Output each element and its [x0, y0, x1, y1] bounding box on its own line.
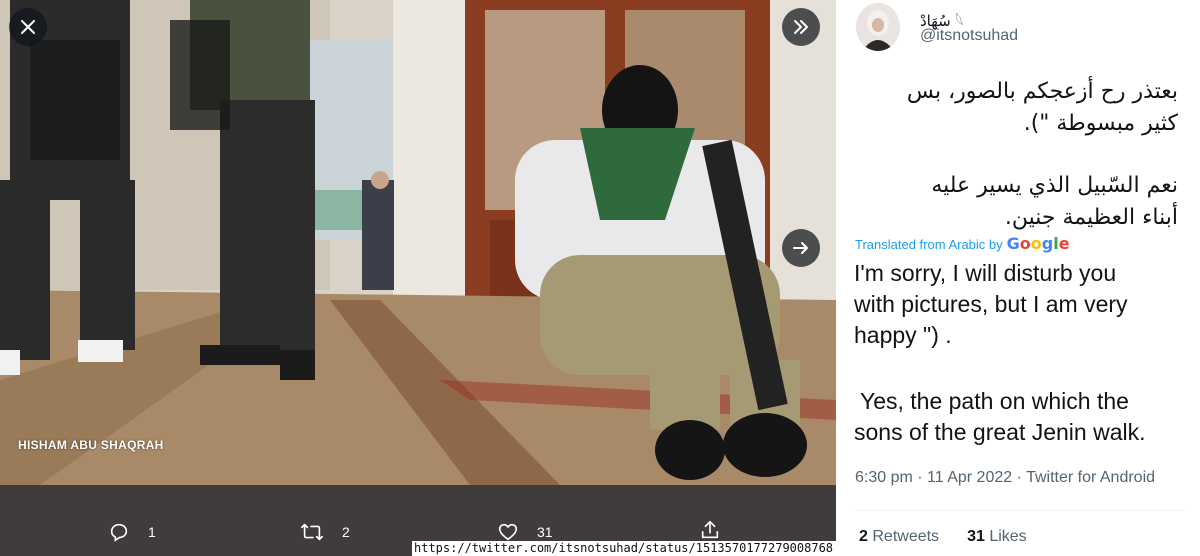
next-image-button[interactable] — [782, 229, 820, 267]
tweet-photo: HISHAM ABU SHAQRAH — [0, 0, 836, 485]
tweet-text-arabic-paragraph-1: بعتذر رح أزعجكم بالصور، بس كثير مبسوطة "… — [848, 76, 1178, 140]
like-count: 31 — [537, 524, 553, 540]
arrow-right-icon — [793, 242, 808, 254]
retweets-stat[interactable]: 2 Retweets — [859, 528, 939, 545]
likes-label: Likes — [989, 528, 1027, 545]
tweet-text-arabic-paragraph-2: نعم السّبيل الذي يسير عليه أبناء العظيمة… — [848, 170, 1178, 234]
translation-line: Yes, the path on which the — [854, 388, 1129, 414]
google-logo: Google — [1006, 234, 1070, 253]
translation-paragraph-2: Yes, the path on which the sons of the g… — [854, 386, 1194, 448]
close-button[interactable] — [9, 8, 47, 46]
arabic-line: بعتذر رح أزعجكم بالصور، بس — [906, 79, 1178, 104]
reply-count: 1 — [148, 524, 156, 540]
url-overlay: https://twitter.com/itsnotsuhad/status/1… — [412, 541, 836, 556]
translated-from-label: Translated from Arabic by — [855, 237, 1003, 252]
retweet-icon — [301, 523, 323, 541]
translation-line: I'm sorry, I will disturb you — [854, 260, 1117, 286]
retweet-button[interactable]: 2 — [300, 521, 350, 543]
arabic-line: نعم السّبيل الذي يسير عليه — [931, 173, 1178, 198]
photo-scene — [0, 0, 836, 485]
tweet-timestamp[interactable]: 6:30 pm · 11 Apr 2022 · Twitter for Andr… — [855, 469, 1155, 487]
close-icon — [21, 20, 35, 34]
retweets-count: 2 — [859, 528, 868, 545]
reply-button[interactable]: 1 — [108, 521, 156, 543]
reply-icon — [110, 523, 128, 542]
retweets-label: Retweets — [872, 528, 940, 545]
likes-count: 31 — [967, 528, 985, 545]
photo-credit: HISHAM ABU SHAQRAH — [18, 438, 164, 452]
translation-line: happy ") . — [854, 322, 952, 348]
retweet-count: 2 — [342, 524, 350, 540]
double-chevron-right-icon — [794, 20, 808, 34]
translation-attribution[interactable]: Translated from Arabic by Google — [855, 234, 1070, 253]
likes-stat[interactable]: 31 Likes — [967, 528, 1027, 545]
engagement-stats: 2 Retweets 31 Likes — [859, 528, 1027, 546]
avatar-image — [856, 3, 900, 51]
share-icon — [701, 520, 719, 539]
tweet-panel: سُهَادْ 𓆩 @itsnotsuhad بعتذر رح أزعجكم ب… — [836, 0, 1200, 556]
heart-icon — [498, 523, 518, 541]
arabic-line: أبناء العظيمة جنين. — [1004, 205, 1178, 230]
user-handle[interactable]: @itsnotsuhad — [920, 27, 1018, 45]
translation-paragraph-1: I'm sorry, I will disturb you with pictu… — [854, 258, 1194, 351]
arabic-line: كثير مبسوطة "). — [1023, 111, 1178, 136]
share-button[interactable] — [699, 519, 721, 541]
media-viewer: HISHAM ABU SHAQRAH 1 2 31 https://twitte… — [0, 0, 836, 556]
avatar[interactable] — [856, 3, 900, 51]
translation-line: sons of the great Jenin walk. — [854, 419, 1146, 445]
like-button[interactable]: 31 — [497, 521, 553, 543]
divider — [855, 510, 1185, 511]
translation-line: with pictures, but I am very — [854, 291, 1128, 317]
expand-sidebar-button[interactable] — [782, 8, 820, 46]
